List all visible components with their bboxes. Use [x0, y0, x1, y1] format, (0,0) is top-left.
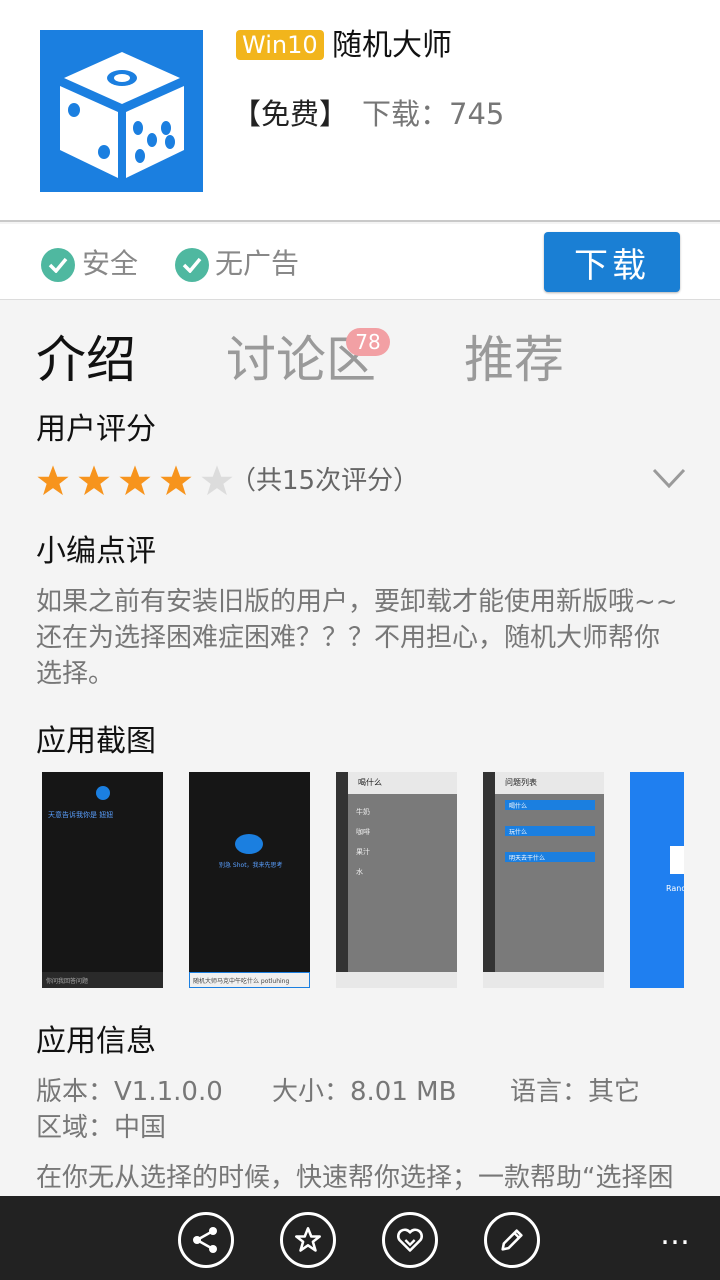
tab-intro[interactable]: 介绍	[36, 330, 136, 390]
screenshot-thumbnail[interactable]: 问题列表 喝什么 玩什么 明天去干什么	[483, 772, 604, 988]
star-filled-icon	[160, 465, 192, 496]
heart-icon	[397, 1228, 423, 1252]
app-logo	[40, 30, 203, 192]
edit-button[interactable]	[484, 1212, 540, 1268]
screenshot-thumbnail[interactable]: Rand	[630, 772, 684, 988]
check-circle-icon	[175, 248, 209, 282]
dice-icon	[60, 52, 184, 178]
review-text: 如果之前有安装旧版的用户，要卸载才能使用新版哦~~ 还在为选择困难症困难？？？不…	[36, 584, 686, 692]
info-size: 大小：8.01 MB	[272, 1077, 457, 1107]
review-title: 小编点评	[36, 534, 156, 569]
chevron-down-icon[interactable]	[652, 466, 686, 494]
star-icon	[295, 1227, 321, 1252]
info-title: 应用信息	[36, 1024, 156, 1059]
review-line: 选择。	[36, 659, 115, 689]
platform-badge: Win10	[236, 30, 324, 60]
star-filled-icon	[119, 465, 151, 496]
share-icon	[193, 1227, 217, 1253]
feature-safe: 安全	[82, 247, 139, 280]
like-button[interactable]	[382, 1212, 438, 1268]
download-button[interactable]: 下载	[544, 232, 680, 292]
screenshot-thumbnail[interactable]: 天意告诉我你是 妞妞 你问我回答问题	[42, 772, 163, 988]
tab-recommend[interactable]: 推荐	[464, 330, 564, 390]
feature-no-ads: 无广告	[215, 247, 300, 280]
app-title: 随机大师	[332, 28, 452, 63]
more-menu-button[interactable]: …	[660, 1220, 692, 1250]
app-description: 在你无从选择的时候，快速帮你选择；一款帮助“选择困	[36, 1163, 674, 1193]
price-label: 【免费】	[232, 97, 349, 131]
discussion-count-badge: 78	[346, 328, 390, 356]
info-version: 版本：V1.1.0.0	[36, 1077, 223, 1107]
screenshot-thumbnail[interactable]: 别急 Shot，我来先思考 随机大师马克中午吃什么 potluhing	[189, 772, 310, 988]
app-bar	[0, 1196, 720, 1280]
star-filled-icon	[37, 465, 69, 496]
info-language: 语言：其它	[510, 1077, 641, 1107]
check-circle-icon	[41, 248, 75, 282]
star-filled-icon	[78, 465, 110, 496]
review-line: 如果之前有安装旧版的用户，要卸载才能使用新版哦~~	[36, 587, 678, 617]
favorite-button[interactable]	[280, 1212, 336, 1268]
edit-icon	[501, 1229, 523, 1251]
info-region: 区域：中国	[36, 1113, 167, 1143]
review-line: 还在为选择困难症困难？？？不用担心，随机大师帮你	[36, 623, 661, 653]
rating-stars	[36, 464, 236, 498]
share-button[interactable]	[178, 1212, 234, 1268]
rating-title: 用户评分	[36, 412, 156, 447]
rating-count: （共15次评分）	[230, 466, 420, 496]
download-count: 下载：745	[362, 97, 505, 131]
screenshot-thumbnail[interactable]: 喝什么 牛奶 咖啡 果汁 水	[336, 772, 457, 988]
screenshot-strip[interactable]: 天意告诉我你是 妞妞 你问我回答问题 别急 Shot，我来先思考 随机大师马克中…	[0, 772, 684, 988]
screenshots-title: 应用截图	[36, 724, 156, 759]
